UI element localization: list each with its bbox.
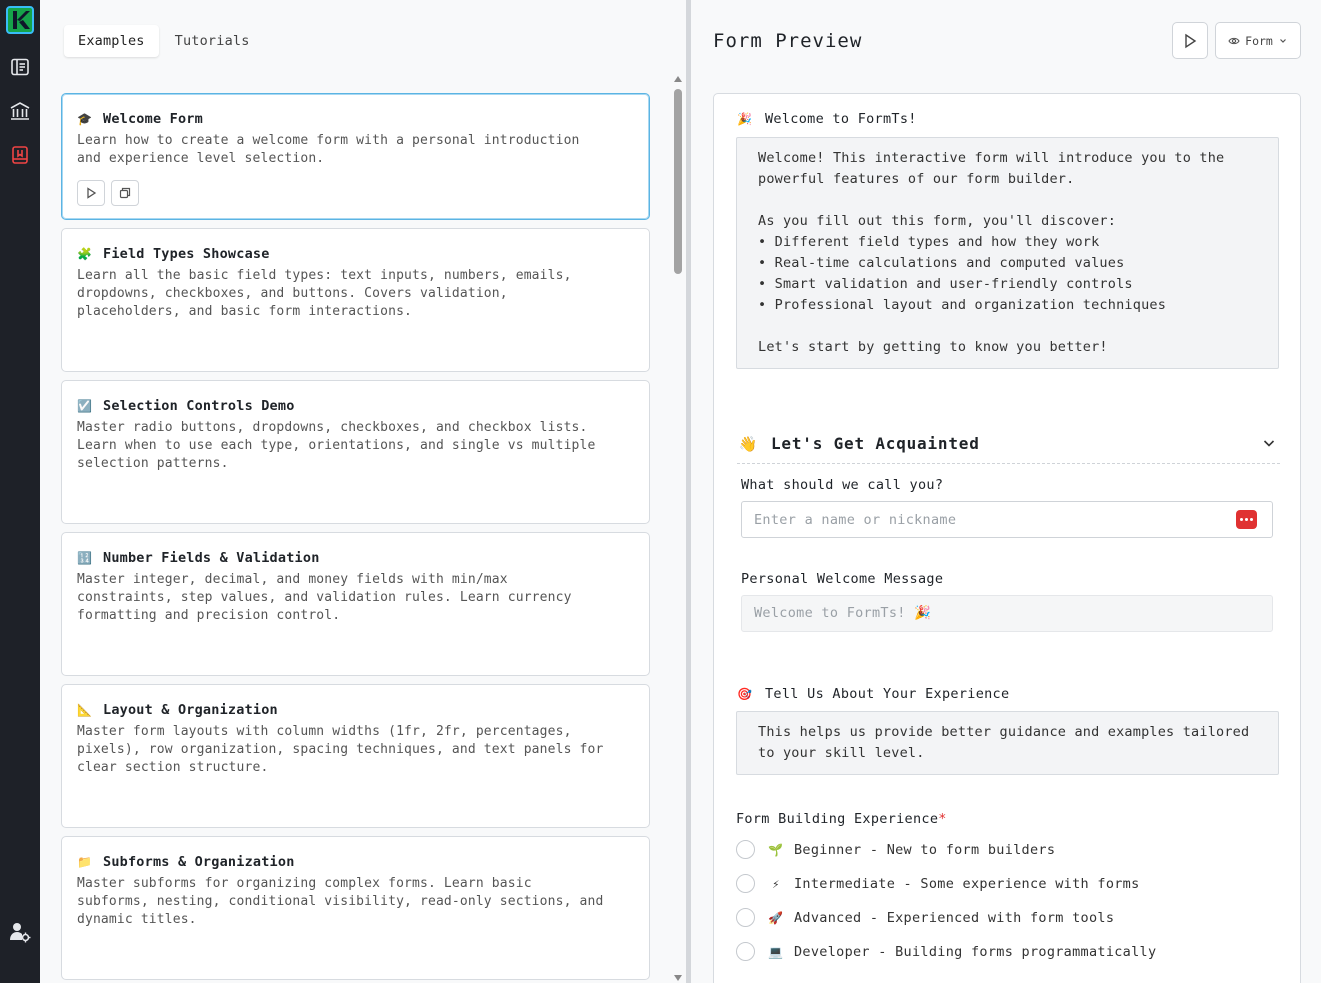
card-title: Number Fields & Validation <box>103 550 320 566</box>
sidebar-item-bookmarks[interactable] <box>0 134 40 176</box>
welcome-section-header: 🎉 Welcome to FormTs! <box>737 111 917 127</box>
sidebar-item-user-settings[interactable] <box>0 921 40 947</box>
view-mode-label: Form <box>1245 33 1273 48</box>
card-description: Master radio buttons, dropdowns, checkbo… <box>77 420 596 471</box>
target-icon: 🎯 <box>737 687 753 701</box>
user-settings-icon <box>9 921 31 947</box>
tab-bar: Examples Tutorials <box>64 25 264 57</box>
radio-option-intermediate[interactable]: ⚡ Intermediate - Some experience with fo… <box>736 874 1140 893</box>
app-logo[interactable] <box>6 6 34 34</box>
chevron-down-icon <box>1279 38 1286 43</box>
waving-hand-icon: 👋 <box>738 434 758 453</box>
radio-label: Advanced - Experienced with form tools <box>794 909 1115 926</box>
radio-option-developer[interactable]: 💻 Developer - Building forms programmati… <box>736 942 1156 961</box>
example-card[interactable]: 📐 Layout & Organization Master form layo… <box>61 684 650 828</box>
radio-button[interactable] <box>736 908 755 927</box>
example-card[interactable]: 🎓 Welcome Form Learn how to create a wel… <box>61 93 650 220</box>
form-preview: 🎉 Welcome to FormTs! Welcome! This inter… <box>713 93 1301 983</box>
section-title: Welcome to FormTs! <box>765 111 917 127</box>
card-title: Welcome Form <box>103 111 203 127</box>
card-title: Selection Controls Demo <box>103 398 295 414</box>
lightning-icon: ⚡ <box>772 876 780 891</box>
card-description: Master integer, decimal, and money field… <box>77 572 572 623</box>
card-description: Master form layouts with column widths (… <box>77 724 604 775</box>
party-popper-icon: 🎉 <box>737 112 753 126</box>
radio-button[interactable] <box>736 840 755 859</box>
radio-label: Developer - Building forms programmatica… <box>794 943 1157 960</box>
radio-label: Beginner - New to form builders <box>794 841 1056 858</box>
form-preview-panel: Form Preview Form 🎉 Welcome to FormTs! W… <box>691 0 1321 983</box>
copy-example-button[interactable] <box>111 180 139 206</box>
card-description: Master subforms for organizing complex f… <box>77 876 604 927</box>
bookmark-icon <box>10 145 30 165</box>
example-card-list: 🎓 Welcome Form Learn how to create a wel… <box>61 93 650 983</box>
sidebar-item-forms[interactable] <box>0 46 40 88</box>
password-manager-icon[interactable] <box>1236 510 1257 529</box>
required-marker: * <box>938 811 947 827</box>
welcome-message-field: Welcome to FormTs! 🎉 <box>741 595 1273 632</box>
triangle-ruler-icon: 📐 <box>77 703 93 717</box>
puzzle-icon: 🧩 <box>77 247 93 261</box>
example-card[interactable]: 🧩 Field Types Showcase Learn all the bas… <box>61 228 650 372</box>
checkbox-icon: ☑️ <box>77 399 93 413</box>
name-label: What should we call you? <box>741 477 944 493</box>
sidebar-item-library[interactable] <box>0 90 40 132</box>
card-title: Field Types Showcase <box>103 246 270 262</box>
card-title: Subforms & Organization <box>103 854 295 870</box>
library-icon <box>9 101 31 121</box>
seedling-icon: 🌱 <box>768 842 784 857</box>
copy-icon <box>119 187 131 199</box>
scroll-up-arrow-icon[interactable] <box>674 76 682 82</box>
section-title: Tell Us About Your Experience <box>765 686 1010 702</box>
chevron-down-icon[interactable] <box>1262 436 1276 450</box>
graduation-cap-icon: 🎓 <box>77 112 93 126</box>
folder-icon: 📁 <box>77 855 93 869</box>
example-card[interactable]: 📁 Subforms & Organization Master subform… <box>61 836 650 980</box>
acquainted-group-header[interactable]: 👋 Let's Get Acquainted <box>737 424 1280 464</box>
welcome-message-label: Personal Welcome Message <box>741 571 944 587</box>
page-title: Form Preview <box>713 30 863 52</box>
play-icon <box>1185 33 1197 48</box>
laptop-icon: 💻 <box>768 944 784 959</box>
example-card[interactable]: 🔢 Number Fields & Validation Master inte… <box>61 532 650 676</box>
radio-option-beginner[interactable]: 🌱 Beginner - New to form builders <box>736 840 1055 859</box>
form-building-experience-label: Form Building Experience* <box>736 811 947 827</box>
example-card[interactable]: ☑️ Selection Controls Demo Master radio … <box>61 380 650 524</box>
run-example-button[interactable] <box>77 180 105 206</box>
tab-tutorials[interactable]: Tutorials <box>161 25 264 57</box>
card-description: Learn all the basic field types: text in… <box>77 268 572 319</box>
play-icon <box>87 187 97 199</box>
experience-section-header: 🎯 Tell Us About Your Experience <box>737 686 1009 702</box>
app-sidebar <box>0 0 40 983</box>
radio-label: Intermediate - Some experience with form… <box>794 875 1140 892</box>
tab-examples[interactable]: Examples <box>64 25 159 57</box>
examples-panel: Examples Tutorials 🎓 Welcome Form Learn … <box>40 0 686 983</box>
welcome-text-panel: Welcome! This interactive form will intr… <box>736 137 1279 369</box>
view-mode-dropdown[interactable]: Form <box>1215 22 1301 59</box>
scrollbar-thumb[interactable] <box>674 89 682 274</box>
experience-text-panel: This helps us provide better guidance an… <box>736 711 1279 775</box>
numbers-icon: 🔢 <box>77 551 93 565</box>
radio-button[interactable] <box>736 874 755 893</box>
form-list-icon <box>10 57 30 77</box>
name-input[interactable] <box>741 501 1273 538</box>
rocket-icon: 🚀 <box>768 910 784 925</box>
group-title: Let's Get Acquainted <box>771 434 980 453</box>
card-actions <box>77 180 635 206</box>
card-list-scrollbar[interactable] <box>672 76 684 983</box>
eye-icon <box>1228 37 1240 44</box>
radio-option-advanced[interactable]: 🚀 Advanced - Experienced with form tools <box>736 908 1114 927</box>
card-description: Learn how to create a welcome form with … <box>77 133 580 166</box>
scroll-down-arrow-icon[interactable] <box>674 975 682 981</box>
card-title: Layout & Organization <box>103 702 278 718</box>
radio-button[interactable] <box>736 942 755 961</box>
run-form-button[interactable] <box>1172 22 1208 59</box>
